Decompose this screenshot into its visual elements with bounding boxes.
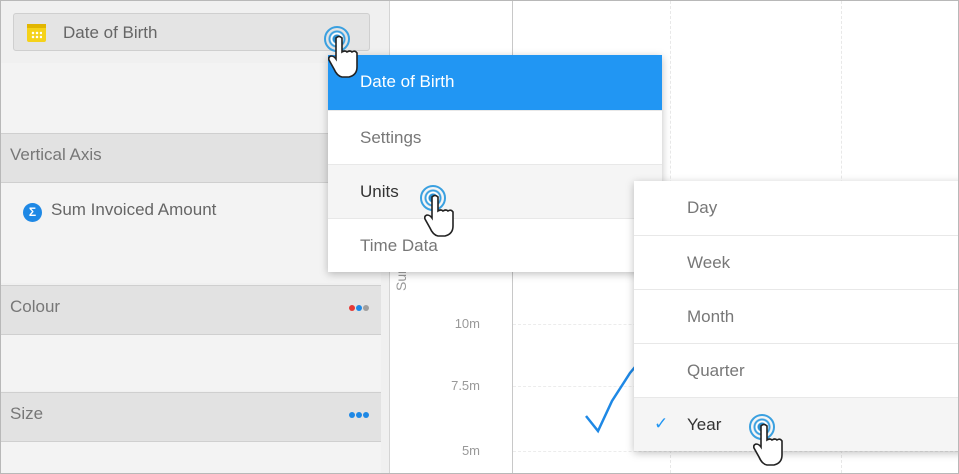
vertical-axis-title: Vertical Axis	[10, 145, 102, 164]
series-line	[585, 360, 641, 434]
submenu-item-label: Day	[687, 198, 718, 217]
submenu-item-week[interactable]: Week	[634, 235, 958, 289]
colour-header[interactable]: Colour	[1, 285, 381, 335]
hand-cursor-icon	[424, 194, 454, 237]
colour-dots-icon[interactable]	[348, 305, 369, 311]
vertical-axis-field-label[interactable]: Sum Invoiced Amount	[51, 200, 216, 220]
checkmark-icon: ✓	[654, 414, 669, 433]
size-title: Size	[10, 404, 44, 423]
submenu-item-day[interactable]: Day	[634, 181, 958, 235]
submenu-item-label: Month	[687, 307, 735, 326]
menu-item-settings[interactable]: Settings	[328, 110, 662, 164]
screenshot-frame: Date of Birth Vertical Axis Σ Sum Invoic…	[0, 0, 959, 474]
menu-item-label: Units	[360, 182, 399, 201]
vertical-axis-drop-area	[1, 183, 381, 283]
submenu-item-label: Week	[687, 253, 731, 272]
hand-cursor-icon	[328, 35, 358, 78]
colour-drop-area	[1, 335, 381, 391]
submenu-item-label: Quarter	[687, 361, 745, 380]
click-pointer-icon	[324, 26, 364, 78]
field-context-menu: Date of Birth Settings Units Time Data	[328, 55, 662, 272]
date-of-birth-field-chip[interactable]: Date of Birth	[13, 13, 370, 51]
click-pointer-icon	[420, 185, 460, 237]
menu-item-time-data[interactable]: Time Data	[328, 218, 662, 272]
context-menu-header: Date of Birth	[328, 55, 662, 110]
hand-cursor-icon	[753, 423, 783, 466]
menu-item-units[interactable]: Units	[328, 164, 662, 218]
submenu-item-quarter[interactable]: Quarter	[634, 343, 958, 397]
submenu-item-month[interactable]: Month	[634, 289, 958, 343]
click-pointer-icon	[749, 414, 789, 466]
calendar-icon	[27, 24, 46, 42]
menu-item-label: Settings	[360, 128, 422, 147]
submenu-item-year[interactable]: ✓ Year	[634, 397, 958, 451]
vertical-axis-header[interactable]: Vertical Axis	[1, 133, 381, 183]
sigma-icon: Σ	[23, 203, 42, 222]
date-field-label: Date of Birth	[63, 23, 158, 42]
context-menu-header-label: Date of Birth	[360, 72, 455, 91]
size-drop-area	[1, 442, 381, 473]
submenu-item-label: Year	[687, 415, 722, 434]
size-dots-icon[interactable]	[348, 412, 369, 418]
size-header[interactable]: Size	[1, 392, 381, 442]
units-submenu: Day Week Month Quarter ✓ Year	[634, 181, 958, 451]
colour-title: Colour	[10, 297, 61, 316]
